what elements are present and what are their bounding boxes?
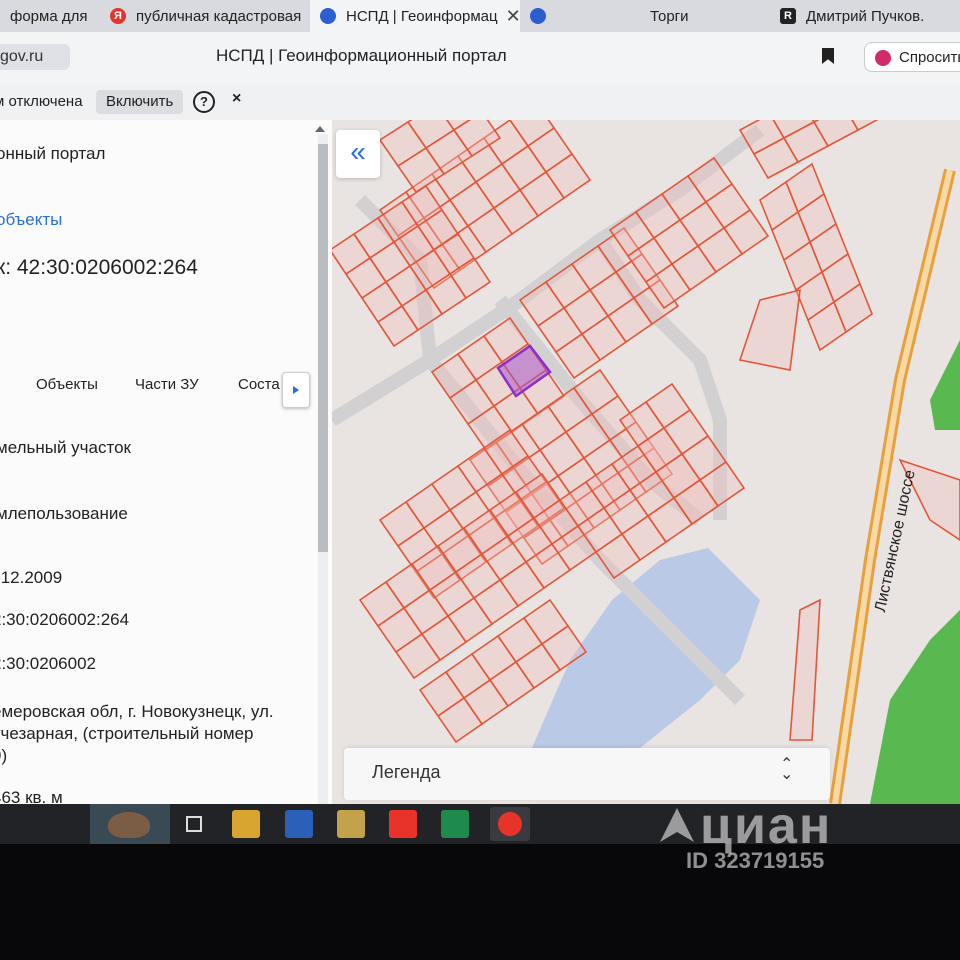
- tab-label: формa для: [10, 7, 88, 25]
- tab-label: НСПД | Геоинформац: [346, 7, 498, 25]
- tab-composition[interactable]: Соста: [238, 376, 280, 393]
- field-cad-number: 2:30:0206002:264: [0, 610, 130, 629]
- field-address-1: емеровская обл, г. Новокузнецк, ул.: [0, 702, 274, 721]
- cian-logo-icon: [660, 808, 694, 842]
- url-field[interactable]: gov.ru: [0, 44, 70, 70]
- scroll-up-icon[interactable]: [315, 126, 325, 132]
- info-panel: онный портал объекты к: 42:30:0206002:26…: [0, 120, 338, 804]
- legend-bar[interactable]: Легенда ⌃ ⌄: [344, 748, 830, 800]
- field-address-2: учезарная, (строительный номер: [0, 724, 254, 743]
- tab-label: Торги: [650, 7, 689, 25]
- browser-tab-4[interactable]: [520, 0, 570, 32]
- field-usage: млепользование: [0, 504, 128, 523]
- yandex-browser-icon[interactable]: [389, 810, 417, 838]
- watermark-id: ID 323719155: [686, 848, 825, 873]
- close-notice-icon[interactable]: ×: [232, 90, 241, 108]
- ask-icon: [875, 50, 891, 66]
- watermark-brand: циан: [700, 797, 833, 855]
- taskbar-wallpaper-thumb: [90, 804, 170, 844]
- browser-tab-strip: формa для Я публичная кадастровая НСПД |…: [0, 0, 960, 32]
- word-icon[interactable]: [285, 810, 313, 838]
- app-r-icon: R: [780, 8, 796, 24]
- field-address-3: 9): [0, 746, 8, 765]
- collapse-panel-button[interactable]: «: [336, 130, 380, 178]
- cadastral-map[interactable]: Листвянское шоссе: [332, 120, 960, 804]
- yandex-icon: Я: [110, 8, 126, 24]
- tab-objects[interactable]: Объекты: [36, 376, 98, 393]
- forest-area: [930, 340, 960, 430]
- objects-link[interactable]: объекты: [0, 210, 62, 230]
- map-canvas[interactable]: [332, 120, 960, 804]
- browser-tab-3[interactable]: НСПД | Геоинформац ✕: [310, 0, 520, 32]
- help-icon[interactable]: ?: [193, 91, 215, 113]
- panel-scrollbar-thumb[interactable]: [318, 144, 328, 552]
- yandex-icon: [498, 812, 522, 836]
- file-explorer-icon[interactable]: [232, 810, 260, 838]
- portal-title: онный портал: [0, 144, 106, 163]
- field-type: мельный участок: [0, 438, 131, 457]
- bookmark-icon[interactable]: [822, 48, 834, 64]
- archive-icon[interactable]: [337, 810, 365, 838]
- cadastral-number: к: 42:30:0206002:264: [0, 256, 198, 279]
- field-area: 463 кв. м: [0, 788, 63, 804]
- task-view-icon[interactable]: [186, 816, 202, 832]
- enable-button[interactable]: Включить: [96, 90, 184, 114]
- address-bar: gov.ru НСПД | Геоинформационный портал С…: [0, 32, 960, 84]
- browser-tab-6[interactable]: R Дмитрий Пучков.: [770, 0, 960, 32]
- browser-tab-1[interactable]: формa для: [0, 0, 100, 32]
- close-tab-icon[interactable]: ✕: [506, 6, 520, 27]
- notification-bar: м отключена Включить ? ×: [0, 84, 960, 120]
- page-title: НСПД | Геоинформационный портал: [216, 46, 507, 65]
- gov-emblem-icon: [320, 8, 336, 24]
- tab-label: публичная кадастровая: [136, 7, 302, 25]
- yandex-app-active[interactable]: [490, 807, 530, 841]
- tabs-next-button[interactable]: [282, 372, 310, 408]
- browser-tab-5[interactable]: Торги: [570, 0, 770, 32]
- chevron-updown-icon[interactable]: ⌃ ⌄: [780, 757, 793, 783]
- notice-text: м отключена: [0, 93, 83, 110]
- gov-emblem-icon: [530, 8, 546, 24]
- tab-parts[interactable]: Части ЗУ: [135, 376, 199, 393]
- land-parcel[interactable]: [738, 288, 801, 371]
- screen: формa для Я публичная кадастровая НСПД |…: [0, 0, 960, 960]
- field-date: .12.2009: [0, 568, 63, 587]
- ask-button[interactable]: Спросить: [864, 42, 960, 72]
- excel-icon[interactable]: [441, 810, 469, 838]
- tab-label: Дмитрий Пучков.: [806, 7, 925, 25]
- land-parcel[interactable]: [789, 598, 821, 741]
- legend-title: Легенда: [372, 762, 441, 782]
- browser-tab-2[interactable]: Я публичная кадастровая: [100, 0, 310, 32]
- otter-icon: [108, 812, 150, 838]
- ask-button-label: Спросить: [899, 49, 960, 66]
- field-quarter: 2:30:0206002: [0, 654, 96, 673]
